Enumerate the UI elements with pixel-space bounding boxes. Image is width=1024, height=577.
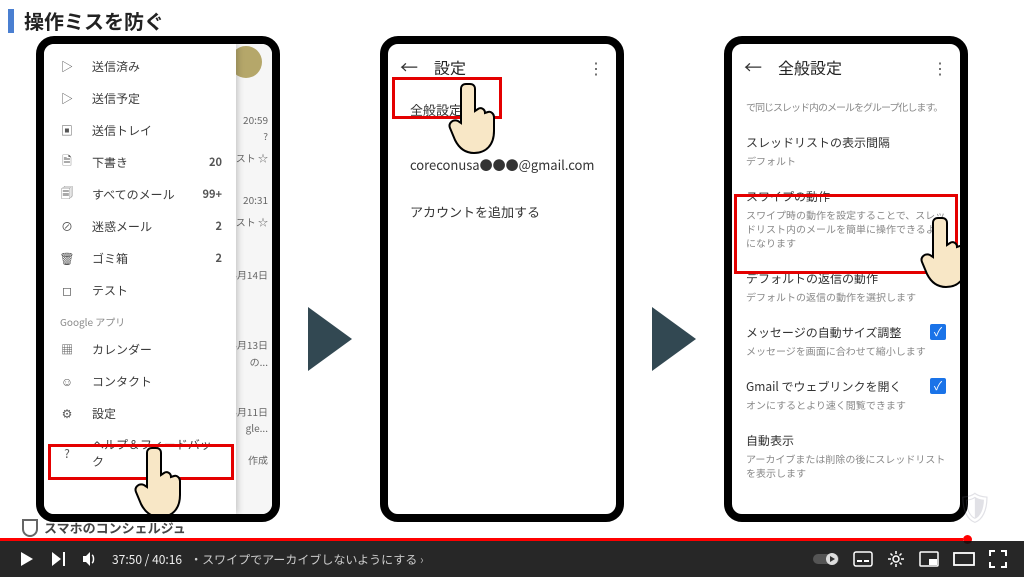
pointer-hand-icon [134, 442, 188, 522]
phone-row: 20:59 ? テスト ☆ 20:31 テスト ☆ 4月14日 ☆ 4月13日 … [36, 36, 968, 541]
label-icon: ◻ [58, 281, 76, 299]
drawer-settings[interactable]: ⚙ 設定 [44, 397, 236, 429]
footer-text: スマホのコンシェルジュ [44, 518, 186, 537]
clock-send-icon: ▷ [58, 89, 76, 107]
contact-icon: ☺ [58, 372, 76, 390]
time-label: 20:59 [243, 114, 268, 126]
compose-button[interactable]: 作成 [248, 454, 268, 466]
snippet: gle... [246, 422, 268, 434]
title-bar [8, 9, 14, 33]
autoshow[interactable]: 自動表示 アーカイブまたは削除の後にスレッドリストを表示します [732, 422, 960, 490]
volume-icon[interactable] [81, 550, 99, 568]
play-icon[interactable] [17, 550, 35, 568]
partial-setting: で同じスレッド内のメールをグループ化します。 [732, 90, 960, 124]
general-topbar: ← 全般設定 ⋮ [732, 44, 960, 90]
drawer-trash[interactable]: 🗑 ゴミ箱 2 [44, 242, 236, 274]
title-text: 操作ミスを防ぐ [24, 6, 164, 35]
phone-3: ← 全般設定 ⋮ で同じスレッド内のメールをグループ化します。 スレッドリストの… [724, 36, 968, 522]
theater-icon[interactable] [953, 552, 975, 566]
next-icon[interactable] [49, 550, 67, 568]
drawer-spam[interactable]: ⊘ 迷惑メール 2 [44, 210, 236, 242]
autosize[interactable]: ✓ メッセージの自動サイズ調整 メッセージを画面に合わせて縮小します [732, 314, 960, 368]
time-label: 4月14日 [231, 269, 268, 281]
slide-title: 操作ミスを防ぐ [8, 6, 164, 35]
gear-icon: ⚙ [58, 404, 76, 422]
time-label: 20:31 [243, 194, 268, 206]
drawer-calendar[interactable]: ▦ カレンダー [44, 333, 236, 365]
add-account-row[interactable]: アカウントを追加する [388, 192, 616, 231]
page-title: 全般設定 [778, 55, 932, 79]
watermark-icon: 🛡 [956, 483, 994, 527]
checkbox-icon[interactable]: ✓ [930, 378, 946, 394]
footer-logo: スマホのコンシェルジュ [22, 518, 186, 537]
phone-2: ← 設定 ⋮ 全般設定 coreconusa●●●@gmail.com アカウン… [380, 36, 624, 522]
trash-icon: 🗑 [58, 249, 76, 267]
autoplay-toggle-icon[interactable] [813, 552, 839, 566]
drawer-scheduled[interactable]: ▷ 送信予定 [44, 82, 236, 114]
video-controls: 37:50 / 40:16 ・スワイプでアーカイブしないようにする › [0, 541, 1024, 577]
phone-1: 20:59 ? テスト ☆ 20:31 テスト ☆ 4月14日 ☆ 4月13日 … [36, 36, 280, 522]
time-label: 4月11日 [231, 406, 268, 418]
chapter-title[interactable]: ・スワイプでアーカイブしないようにする › [190, 551, 424, 568]
time-display: 37:50 / 40:16 [112, 551, 182, 568]
all-mail-icon: 🗐 [58, 185, 76, 203]
draft-icon: 🗎 [58, 153, 76, 171]
drawer-contacts[interactable]: ☺ コンタクト [44, 365, 236, 397]
thread-density[interactable]: スレッドリストの表示間隔 デフォルト [732, 124, 960, 178]
send-icon: ▷ [58, 57, 76, 75]
miniplayer-icon[interactable] [919, 551, 939, 567]
kebab-icon[interactable]: ⋮ [932, 55, 948, 79]
settings-icon[interactable] [887, 550, 905, 568]
pointer-hand-icon [920, 212, 968, 292]
snippet: ? [263, 130, 268, 142]
outbox-icon: ▣ [58, 121, 76, 139]
calendar-icon: ▦ [58, 340, 76, 358]
kebab-icon[interactable]: ⋮ [588, 55, 604, 79]
drawer-test[interactable]: ◻ テスト [44, 274, 236, 306]
account-row[interactable]: coreconusa●●●@gmail.com [388, 145, 616, 184]
fullscreen-icon[interactable] [989, 550, 1007, 568]
drawer-outbox[interactable]: ▣ 送信トレイ [44, 114, 236, 146]
page-title: 設定 [434, 55, 588, 79]
drawer-allmail[interactable]: 🗐 すべてのメール 99+ [44, 178, 236, 210]
spam-icon: ⊘ [58, 217, 76, 235]
arrow-icon [652, 307, 696, 371]
shield-icon [22, 519, 38, 537]
pointer-hand-icon [448, 78, 502, 158]
snippet: の... [250, 356, 268, 368]
drawer-sent[interactable]: ▷ 送信済み [44, 50, 236, 82]
captions-icon[interactable] [853, 551, 873, 567]
drawer-drafts[interactable]: 🗎 下書き 20 [44, 146, 236, 178]
arrow-icon [308, 307, 352, 371]
time-label: 4月13日 [231, 339, 268, 351]
weblink[interactable]: ✓ Gmail でウェブリンクを開く オンにするとより速く閲覧できます [732, 368, 960, 422]
back-icon[interactable]: ← [744, 54, 762, 80]
checkbox-icon[interactable]: ✓ [930, 324, 946, 340]
apps-section: Google アプリ [44, 306, 236, 333]
